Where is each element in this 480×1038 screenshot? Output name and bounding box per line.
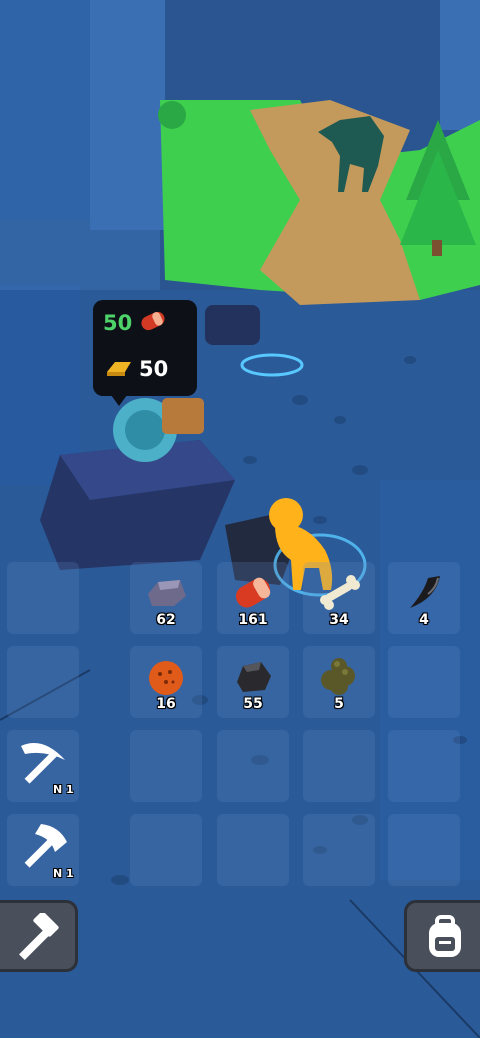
inventory-slot-meat[interactable]: 161 bbox=[217, 562, 289, 634]
inventory-slot-empty[interactable] bbox=[303, 814, 375, 886]
inventory-slot-empty[interactable] bbox=[7, 646, 79, 718]
craft-button[interactable] bbox=[0, 900, 78, 972]
claw-icon bbox=[400, 570, 448, 618]
item-count: 161 bbox=[238, 612, 268, 628]
inventory-slot-empty[interactable] bbox=[217, 814, 289, 886]
inventory-slot-empty[interactable] bbox=[388, 730, 460, 802]
tool-level-label: N 1 bbox=[53, 783, 74, 796]
meat-icon bbox=[229, 570, 277, 618]
tool-slot-axe[interactable]: N 1 bbox=[7, 814, 79, 886]
item-count: 4 bbox=[419, 612, 429, 628]
price-panel-tail bbox=[111, 395, 127, 406]
dung-icon bbox=[315, 654, 363, 702]
inventory-slot-empty[interactable] bbox=[388, 646, 460, 718]
item-count: 16 bbox=[156, 696, 176, 712]
coal-icon bbox=[229, 654, 277, 702]
item-count: 62 bbox=[156, 612, 176, 628]
inventory-slot-empty[interactable] bbox=[130, 814, 202, 886]
inventory-slot-empty[interactable] bbox=[303, 730, 375, 802]
backpack-button[interactable] bbox=[404, 900, 480, 972]
tool-level-label: N 1 bbox=[53, 867, 74, 880]
stone-icon bbox=[142, 570, 190, 618]
tool-slot-pickaxe[interactable]: N 1 bbox=[7, 730, 79, 802]
hammer-icon bbox=[12, 911, 62, 965]
inventory-slot-empty[interactable] bbox=[7, 562, 79, 634]
meat-price-value: 50 bbox=[103, 311, 133, 335]
inventory-slot-empty[interactable] bbox=[130, 730, 202, 802]
inventory-slot-bone[interactable]: 34 bbox=[303, 562, 375, 634]
inventory-slot-claw[interactable]: 4 bbox=[388, 562, 460, 634]
inventory-slot-stone[interactable]: 62 bbox=[130, 562, 202, 634]
item-count: 34 bbox=[329, 612, 349, 628]
meat-price-row: 50 bbox=[103, 306, 168, 340]
inventory-slot-dung[interactable]: 5 bbox=[303, 646, 375, 718]
orange-ore-icon bbox=[142, 654, 190, 702]
gold-price-row: 50 bbox=[103, 352, 168, 386]
item-count: 55 bbox=[243, 696, 263, 712]
meat-icon bbox=[138, 309, 168, 337]
inventory-slot-coal[interactable]: 55 bbox=[217, 646, 289, 718]
inventory-slot-empty[interactable] bbox=[388, 814, 460, 886]
backpack-icon bbox=[419, 913, 469, 965]
inventory-slot-empty[interactable] bbox=[217, 730, 289, 802]
bone-icon bbox=[315, 570, 363, 618]
inventory-slot-orange-ore[interactable]: 16 bbox=[130, 646, 202, 718]
item-count: 5 bbox=[334, 696, 344, 712]
price-panel: 50 50 bbox=[93, 300, 197, 406]
gold-bar-icon bbox=[103, 356, 133, 382]
gold-price-value: 50 bbox=[139, 357, 169, 381]
